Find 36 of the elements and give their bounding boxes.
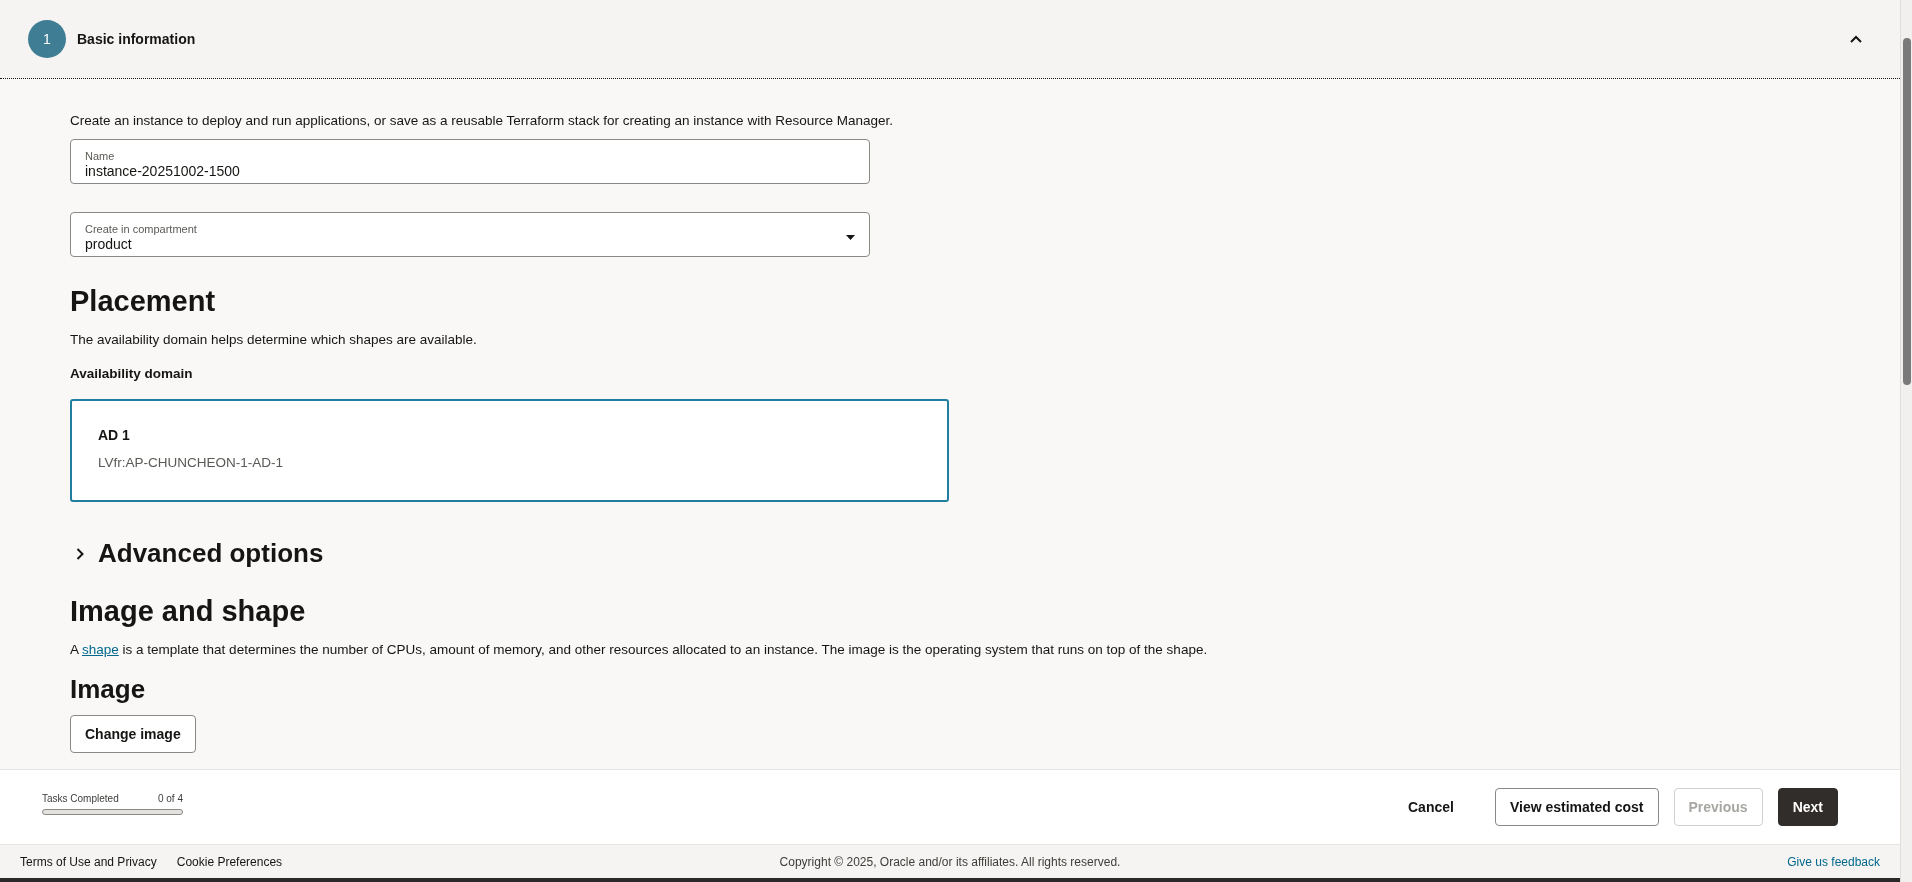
section-heading: Image and shape xyxy=(70,595,306,628)
footer-link[interactable]: Cookie Preferences xyxy=(176,854,283,869)
chevron-right-icon[interactable] xyxy=(76,547,84,560)
feedback-link[interactable]: Give us feedback xyxy=(1260,854,1880,869)
caret-icon xyxy=(846,234,855,240)
domain-id: LVfr:AP-CHUNCHEON-1-AD-1 xyxy=(98,455,285,470)
field-label: Create in compartment xyxy=(85,222,198,235)
shape-link[interactable]: shape xyxy=(82,642,119,657)
step-title: Basic information xyxy=(77,31,197,47)
intro-text: Create an instance to deploy and run applications, or save as a reusable Terraform stack for creating an instance with Resource Manager. xyxy=(70,112,893,130)
domain-card[interactable]: AD 1 LVfr:AP-CHUNCHEON-1-AD-1 xyxy=(70,399,949,502)
field-value: product xyxy=(85,235,133,252)
cancel-button[interactable]: Cancel xyxy=(1394,788,1468,826)
section-description: The availability domain helps determine which shapes are available. xyxy=(70,331,477,349)
progress-count: 0 of 4 xyxy=(157,793,183,804)
action-button[interactable]: View estimated cost xyxy=(1494,788,1659,826)
step-header[interactable]: 1 Basic information xyxy=(0,0,1900,79)
footer-link[interactable]: Terms of Use and Privacy xyxy=(20,854,157,869)
input-field[interactable]: Name instance-20251002-1500 xyxy=(70,139,870,184)
subsection-heading: Image xyxy=(70,674,146,705)
field-value: instance-20251002-1500 xyxy=(85,162,241,179)
copyright-text: Copyright © 2025, Oracle and/or its affiliates. All rights reserved. xyxy=(778,854,1122,869)
advanced-options-toggle[interactable]: Advanced options xyxy=(98,538,324,569)
progress-label: Tasks Completed xyxy=(42,793,119,804)
domain-name: AD 1 xyxy=(98,427,131,443)
select-field[interactable]: Create in compartment product xyxy=(70,212,870,257)
scrollbar[interactable] xyxy=(1900,0,1912,882)
next-button[interactable]: Next xyxy=(1777,788,1838,826)
field-label: Availability domain xyxy=(70,366,193,381)
section-heading: Placement xyxy=(70,285,216,318)
change-image-button[interactable]: Change image xyxy=(70,715,196,753)
step-number: 1 xyxy=(28,20,66,58)
chevron-up-icon[interactable] xyxy=(1850,35,1862,43)
field-label: Name xyxy=(85,149,116,162)
scrollbar-thumb[interactable] xyxy=(1903,38,1911,385)
section-description: A shape is a template that determines the number of CPUs, amount of memory, and other resources allocated to an instance. The image is the operating system that runs on top of the shape. xyxy=(70,641,1208,659)
